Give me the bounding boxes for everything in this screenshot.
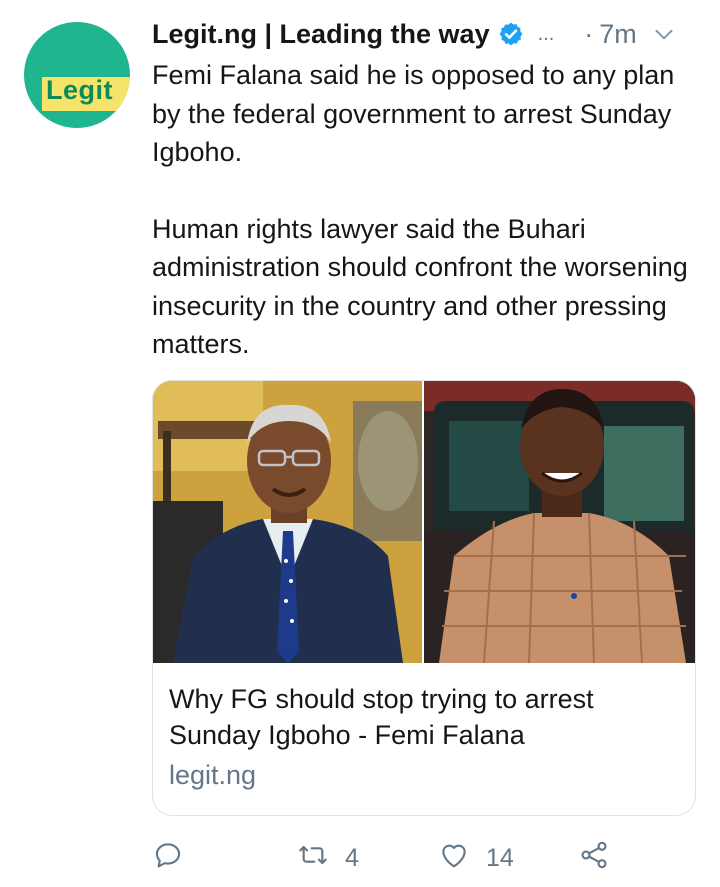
retweet-icon <box>297 839 329 878</box>
heart-icon <box>438 839 470 878</box>
photo-femi-falana <box>153 381 422 663</box>
timestamp[interactable]: 7m <box>599 19 637 50</box>
card-title[interactable]: Why FG should stop trying to arrest Sund… <box>169 681 679 753</box>
verified-badge-icon <box>498 21 524 47</box>
share-button[interactable] <box>578 836 610 880</box>
link-card[interactable]: Why FG should stop trying to arrest Sund… <box>152 380 696 816</box>
card-image[interactable] <box>153 381 695 663</box>
avatar[interactable]: Legit <box>24 22 130 128</box>
tweet-text: Femi Falana said he is opposed to any pl… <box>152 56 700 364</box>
tweet[interactable]: Legit Legit.ng | Leading the way ... · 7… <box>0 0 720 887</box>
separator-dot: · <box>584 18 594 49</box>
reply-icon <box>152 839 184 878</box>
tweet-paragraph-1: Femi Falana said he is opposed to any pl… <box>152 60 675 167</box>
account-name[interactable]: Legit.ng | Leading the way <box>152 19 490 50</box>
card-meta: Why FG should stop trying to arrest Sund… <box>169 681 679 793</box>
photo-sunday-igboho <box>424 381 695 663</box>
share-icon <box>578 839 610 878</box>
like-button[interactable]: 14 <box>438 836 514 880</box>
chevron-down-icon[interactable] <box>651 21 677 47</box>
tweet-paragraph-2: Human rights lawyer said the Buhari admi… <box>152 213 688 360</box>
tweet-header: Legit.ng | Leading the way ... · 7m <box>152 14 700 54</box>
retweet-button[interactable]: 4 <box>297 836 359 880</box>
truncation-ellipsis: ... <box>537 22 555 45</box>
reply-button[interactable] <box>152 836 200 880</box>
avatar-logo-text: Legit <box>46 75 113 105</box>
card-domain: legit.ng <box>169 760 257 790</box>
like-count: 14 <box>486 843 514 872</box>
retweet-count: 4 <box>345 843 359 872</box>
tweet-actions: 4 14 <box>152 836 700 880</box>
